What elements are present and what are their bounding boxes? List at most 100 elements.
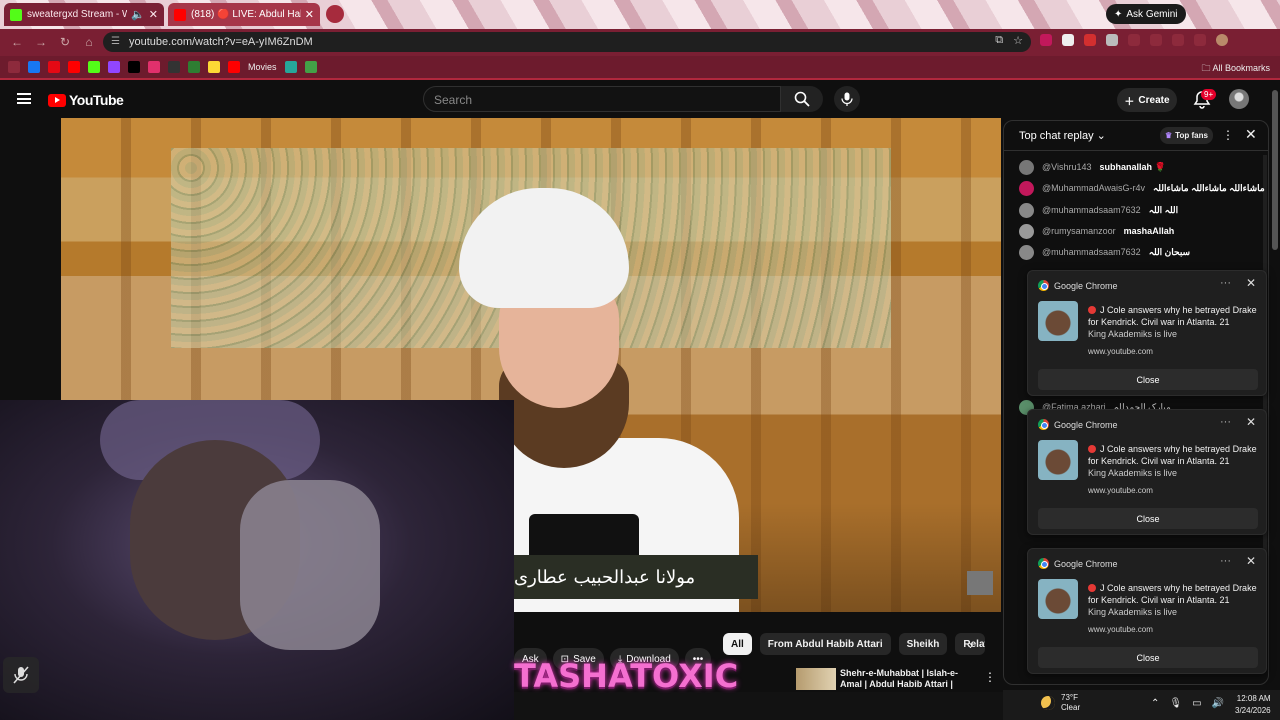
notification-more-icon[interactable]: ··· [1220,416,1231,428]
profile-circle-icon[interactable] [326,5,344,23]
ask-gemini-button[interactable]: ✦ Ask Gemini [1106,4,1186,24]
network-icon[interactable]: ▭ [1192,698,1201,709]
install-app-icon[interactable]: ⧉ [995,34,1003,47]
notification-app-name: Google Chrome [1054,280,1118,291]
extension-icon[interactable] [1040,34,1052,46]
clock-time: 12:08 AM [1236,694,1271,703]
chevron-up-icon[interactable]: ⌃ [1151,698,1159,709]
notification-more-icon[interactable]: ··· [1220,277,1231,289]
all-bookmarks-folder[interactable]: 🗀 All Bookmarks [1201,61,1270,77]
menu-hamburger-icon[interactable] [17,93,31,104]
account-avatar[interactable] [1229,89,1249,109]
chrome-notification[interactable]: Google Chrome ··· ✕ J Cole answers why h… [1027,270,1267,396]
page-scrollbar[interactable] [1272,90,1278,250]
twitch-bookmark-icon[interactable] [108,61,120,73]
voice-search-button[interactable] [834,86,860,112]
extension-icon[interactable] [1172,34,1184,46]
extension-icon[interactable] [1084,34,1096,46]
recommended-thumbnail[interactable] [796,668,836,690]
chat-author[interactable]: @Vishru143 [1042,162,1092,172]
address-bar[interactable]: ☰ youtube.com/watch?v=eA-yIM6ZnDM ⧉ ☆ [103,32,1031,52]
extension-icon[interactable] [1150,34,1162,46]
chrome-notification[interactable]: Google Chrome ··· ✕ J Cole answers why h… [1027,548,1267,674]
more-vertical-icon[interactable]: ⋮ [984,670,996,684]
notification-close-icon[interactable]: ✕ [1246,415,1256,429]
youtube-logo[interactable]: YouTube [48,92,124,108]
chat-author[interactable]: @muhammadsaam7632 [1042,205,1141,215]
chat-avatar [1019,159,1034,175]
chat-author[interactable]: @MuhammadAwaisG-r4v [1042,183,1145,193]
apps-grid-icon[interactable] [8,61,20,73]
live-dot-icon [1088,584,1096,592]
netflix-bookmark-icon[interactable] [48,61,60,73]
weather-widget[interactable]: 73°F Clear [1041,693,1080,713]
extension-icon[interactable] [1062,34,1074,46]
reload-icon[interactable]: ↻ [58,35,72,49]
chip-from-channel[interactable]: From Abdul Habib Attari [759,633,891,655]
chat-message: @muhammadsaam7632 اللہ اللہ [1019,201,1178,219]
notification-app: Google Chrome [1038,419,1118,430]
notification-close-icon[interactable]: ✕ [1246,554,1256,568]
chrome-icon [1038,419,1049,430]
chat-text: اللہ اللہ [1148,204,1179,215]
search-button[interactable] [781,86,823,112]
chat-mode-dropdown[interactable]: Top chat replay ⌄ [1019,129,1106,142]
x-bookmark-icon[interactable] [128,61,140,73]
tab-sweatergxd-stream[interactable]: sweatergxd Stream - Watch 🔈 ✕ [4,3,164,26]
taskbar-tray: 73°F Clear ⌃ 🎙 ▭ 🔊 12:08 AM 3/24/2026 [1003,690,1280,720]
youtube-bookmark-icon[interactable] [68,61,80,73]
chat-close-icon[interactable]: ✕ [1245,126,1257,143]
facebook-bookmark-icon[interactable] [28,61,40,73]
bookmark-icon[interactable] [284,61,297,73]
chevron-right-icon[interactable]: › [969,638,973,652]
chat-message: @muhammadsaam7632 سبحان اللہ [1019,243,1190,261]
chat-author[interactable]: @rumysamanzoor [1042,226,1116,236]
back-arrow-icon[interactable]: ← [10,35,24,49]
tab-close-icon[interactable]: ✕ [149,8,158,21]
chat-author[interactable]: @muhammadsaam7632 [1042,247,1141,257]
chrome-notification[interactable]: Google Chrome ··· ✕ J Cole answers why h… [1027,409,1267,535]
top-fans-button[interactable]: ♛ Top fans [1160,127,1213,144]
chip-sheikh[interactable]: Sheikh [898,633,948,655]
bookmark-icon[interactable] [168,61,180,73]
chip-all[interactable]: All [723,633,752,655]
tab-youtube-live[interactable]: (818) 🔴 LIVE: Abdul Habib Attari ✕ [168,3,320,26]
notification-close-button[interactable]: Close [1038,647,1258,668]
bookmark-icon[interactable] [188,61,200,73]
bookmark-icon[interactable] [304,61,317,73]
recommended-video[interactable]: Shehr-e-Muhabbat | Islah-e-Amal | Abdul … [788,668,998,692]
site-settings-icon[interactable]: ☰ [111,36,123,48]
notification-close-button[interactable]: Close [1038,369,1258,390]
extension-icon[interactable] [1128,34,1140,46]
create-button[interactable]: ＋ Create [1117,88,1177,112]
browser-tab-bar: sweatergxd Stream - Watch 🔈 ✕ (818) 🔴 LI… [0,0,1280,29]
system-clock[interactable]: 12:08 AM 3/24/2026 [1235,693,1271,717]
recommended-title[interactable]: Shehr-e-Muhabbat | Islah-e-Amal | Abdul … [840,668,980,690]
notification-close-button[interactable]: Close [1038,508,1258,529]
forward-arrow-icon[interactable]: → [34,35,48,49]
bookmark-movies[interactable]: Movies [248,62,277,72]
extension-icon[interactable] [1194,34,1206,46]
notification-more-icon[interactable]: ··· [1220,555,1231,567]
kick-bookmark-icon[interactable] [88,61,100,73]
home-icon[interactable]: ⌂ [82,35,96,49]
profile-avatar-icon[interactable] [1216,34,1228,46]
microphone-tray-icon[interactable]: 🎙 [1169,698,1182,709]
tab-close-icon[interactable]: ✕ [305,8,314,21]
tab-title: sweatergxd Stream - Watch [27,9,128,20]
url-text: youtube.com/watch?v=eA-yIM6ZnDM [129,36,313,48]
streamer-brand-overlay: TASHATOXIC [514,657,739,695]
chat-more-icon[interactable]: ⋮ [1222,128,1234,142]
search-input[interactable]: Search [423,86,781,112]
instagram-bookmark-icon[interactable] [148,61,160,73]
extension-icon[interactable] [1106,34,1118,46]
mini-thumbnail [967,571,993,595]
youtube-play-bookmark-icon[interactable] [228,61,240,73]
mic-muted-button[interactable] [3,657,39,693]
bookmark-icon[interactable] [208,61,220,73]
bookmark-star-icon[interactable]: ☆ [1013,34,1023,47]
volume-icon[interactable]: 🔊 [1212,698,1224,709]
speaker-icon[interactable]: 🔈 [131,8,145,21]
notification-close-icon[interactable]: ✕ [1246,276,1256,290]
speaker-name-caption: مولانا عبدالحبیب عطاری [514,555,758,599]
